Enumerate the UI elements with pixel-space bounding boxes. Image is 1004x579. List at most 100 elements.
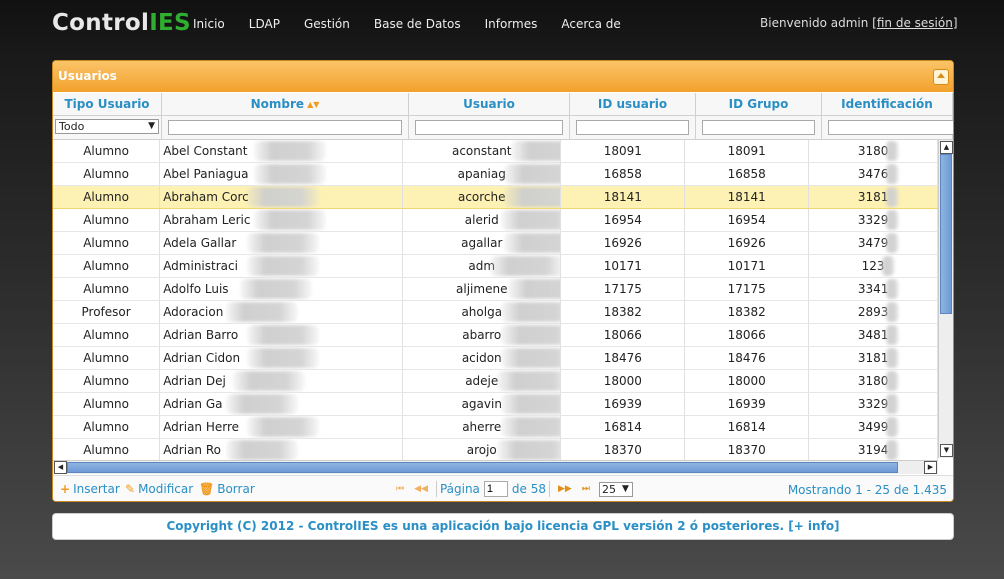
cell-usuario: abarro xyxy=(403,324,562,346)
cell-usuario: acidon xyxy=(403,347,562,369)
nombre-filter-input[interactable] xyxy=(168,119,402,135)
cell-nombre: Adrian Cidon xyxy=(160,347,404,369)
cell-nombre: Abel Constant xyxy=(160,140,404,162)
next-page-icon[interactable]: ▶▶ xyxy=(558,484,572,494)
cell-nombre: Administraci xyxy=(160,255,404,277)
redacted-blur xyxy=(884,302,899,322)
sort-desc-icon: ▲▼ xyxy=(307,99,320,109)
vertical-scrollbar[interactable]: ▲ ▼ xyxy=(938,140,953,458)
redacted-blur xyxy=(884,440,899,460)
table-row[interactable]: Alumno Abel Paniagua apaniag 16858 16858 3476 xyxy=(53,163,938,186)
scroll-down-icon[interactable]: ▼ xyxy=(940,444,953,457)
vertical-scroll-thumb[interactable] xyxy=(940,154,952,314)
usuario-filter-input[interactable] xyxy=(415,119,563,135)
page-size-value: 25 xyxy=(601,482,616,496)
filter-cell-tipo: Todo ▼ xyxy=(53,116,162,139)
last-page-icon[interactable]: ⏭ xyxy=(582,484,590,494)
cell-id-grupo: 18370 xyxy=(685,439,810,460)
column-header-2[interactable]: Usuario xyxy=(409,93,570,115)
nav-ldap[interactable]: LDAP xyxy=(249,17,280,31)
redacted-blur xyxy=(884,371,899,391)
tipo-usuario-filter-select[interactable]: Todo ▼ xyxy=(55,119,159,134)
cell-text: Alumno xyxy=(83,443,129,457)
welcome-text: Bienvenido admin [ xyxy=(760,16,877,30)
redacted-blur xyxy=(247,417,320,437)
table-row[interactable]: Alumno Adrian Dej adeje 18000 18000 3180 xyxy=(53,370,938,393)
cell-text: 3499 xyxy=(857,420,889,434)
brand-logo[interactable]: ControlIES xyxy=(52,10,191,36)
table-row[interactable]: Alumno Abel Constant aconstant 18091 18091 31… xyxy=(53,140,938,163)
page-number-input[interactable] xyxy=(483,481,508,497)
cell-id-grupo: 16814 xyxy=(685,416,810,438)
redacted-blur xyxy=(226,302,299,322)
insert-label: Insertar xyxy=(73,482,120,496)
cell-text: 16926 xyxy=(727,236,766,250)
page-size-select[interactable]: 25 ▼ xyxy=(598,481,633,497)
nav-gestion[interactable]: Gestión xyxy=(304,17,350,31)
cell-text: Alumno xyxy=(83,374,129,388)
table-row[interactable]: Alumno Abraham Leric alerid 16954 16954 3329 xyxy=(53,209,938,232)
redacted-blur xyxy=(254,164,327,184)
table-row[interactable]: Alumno Adrian Cidon acidon 18476 18476 3181 xyxy=(53,347,938,370)
cell-tipo: Alumno xyxy=(53,439,161,460)
table-row[interactable]: Alumno Adrian Ga agavin 16939 16939 3329 xyxy=(53,393,938,416)
welcome-message: Bienvenido admin [fin de sesión] xyxy=(760,16,958,30)
cell-text: 18000 xyxy=(727,374,766,388)
horizontal-scroll-thumb[interactable] xyxy=(67,462,898,473)
scroll-up-icon[interactable]: ▲ xyxy=(940,141,953,154)
column-header-3[interactable]: ID usuario xyxy=(570,93,696,115)
cell-tipo: Profesor xyxy=(53,301,161,323)
scroll-left-icon[interactable]: ◀ xyxy=(54,461,67,474)
more-info-link[interactable]: [+ info] xyxy=(788,519,839,533)
id-grupo-filter-input[interactable] xyxy=(702,119,815,135)
cell-ident: 3194 xyxy=(809,439,938,460)
nav-inicio[interactable]: Inicio xyxy=(193,17,225,31)
redacted-blur xyxy=(497,371,561,391)
nav-base-de-datos[interactable]: Base de Datos xyxy=(374,17,461,31)
table-row[interactable]: Alumno Adela Gallar agallar 16926 16926 3479 xyxy=(53,232,938,255)
table-row[interactable]: Alumno Administraci adm 10171 10171 123 xyxy=(53,255,938,278)
cell-text: 3181 xyxy=(857,351,889,365)
insert-button[interactable]: + Insertar xyxy=(60,482,120,496)
cell-text: 16939 xyxy=(727,397,766,411)
scroll-right-icon[interactable]: ▶ xyxy=(924,461,937,474)
cell-text: Alumno xyxy=(83,420,129,434)
column-header-0[interactable]: Tipo Usuario xyxy=(53,93,162,115)
first-page-icon[interactable]: ⏮ xyxy=(396,484,404,494)
cell-text: 18000 xyxy=(603,374,642,388)
nav-informes[interactable]: Informes xyxy=(485,17,538,31)
cell-usuario: alerid xyxy=(403,209,562,231)
logout-link[interactable]: fin de sesión xyxy=(877,16,953,30)
column-header-5[interactable]: Identificación xyxy=(822,93,953,115)
cell-nombre: Adrian Herre xyxy=(160,416,404,438)
redacted-blur xyxy=(247,233,320,253)
table-row[interactable]: Alumno Adolfo Luis aljimene 17175 17175 3341 xyxy=(53,278,938,301)
redacted-blur xyxy=(233,371,306,391)
identificacion-filter-input[interactable] xyxy=(828,119,953,135)
redacted-blur xyxy=(500,394,561,414)
pager-bar: + Insertar ✎ Modificar 🗑 Borrar ⏮ ◀◀ Página… xyxy=(53,475,953,501)
horizontal-scrollbar[interactable]: ◀ ▶ xyxy=(53,460,938,474)
nav-acerca-de[interactable]: Acerca de xyxy=(561,17,620,31)
table-row[interactable]: Profesor Adoracion aholga 18382 18382 2893 xyxy=(53,301,938,324)
redacted-blur xyxy=(247,187,320,207)
delete-button[interactable]: 🗑 Borrar xyxy=(199,482,255,496)
collapse-up-icon[interactable] xyxy=(933,69,949,85)
table-row[interactable]: Alumno Abraham Corc acorche 18141 18141 3181 xyxy=(53,186,938,209)
edit-button[interactable]: ✎ Modificar xyxy=(125,482,193,496)
table-row[interactable]: Alumno Adrian Herre aherre 16814 16814 3499 xyxy=(53,416,938,439)
column-header-4[interactable]: ID Grupo xyxy=(696,93,822,115)
table-row[interactable]: Alumno Adrian Barro abarro 18066 18066 3481 xyxy=(53,324,938,347)
cell-nombre: Abraham Corc xyxy=(160,186,404,208)
cell-text: agallar xyxy=(461,236,503,250)
cell-id-usuario: 17175 xyxy=(561,278,686,300)
cell-id-usuario: 18476 xyxy=(561,347,686,369)
cell-nombre: Adrian Barro xyxy=(160,324,404,346)
cell-ident: 3481 xyxy=(809,324,938,346)
id-usuario-filter-input[interactable] xyxy=(576,119,689,135)
cell-text: 16814 xyxy=(727,420,766,434)
column-header-1[interactable]: Nombre ▲▼ xyxy=(162,93,409,115)
table-row[interactable]: Alumno Adrian Ro arojo 18370 18370 3194 xyxy=(53,439,938,460)
prev-page-icon[interactable]: ◀◀ xyxy=(414,484,428,494)
redacted-blur xyxy=(504,164,561,184)
